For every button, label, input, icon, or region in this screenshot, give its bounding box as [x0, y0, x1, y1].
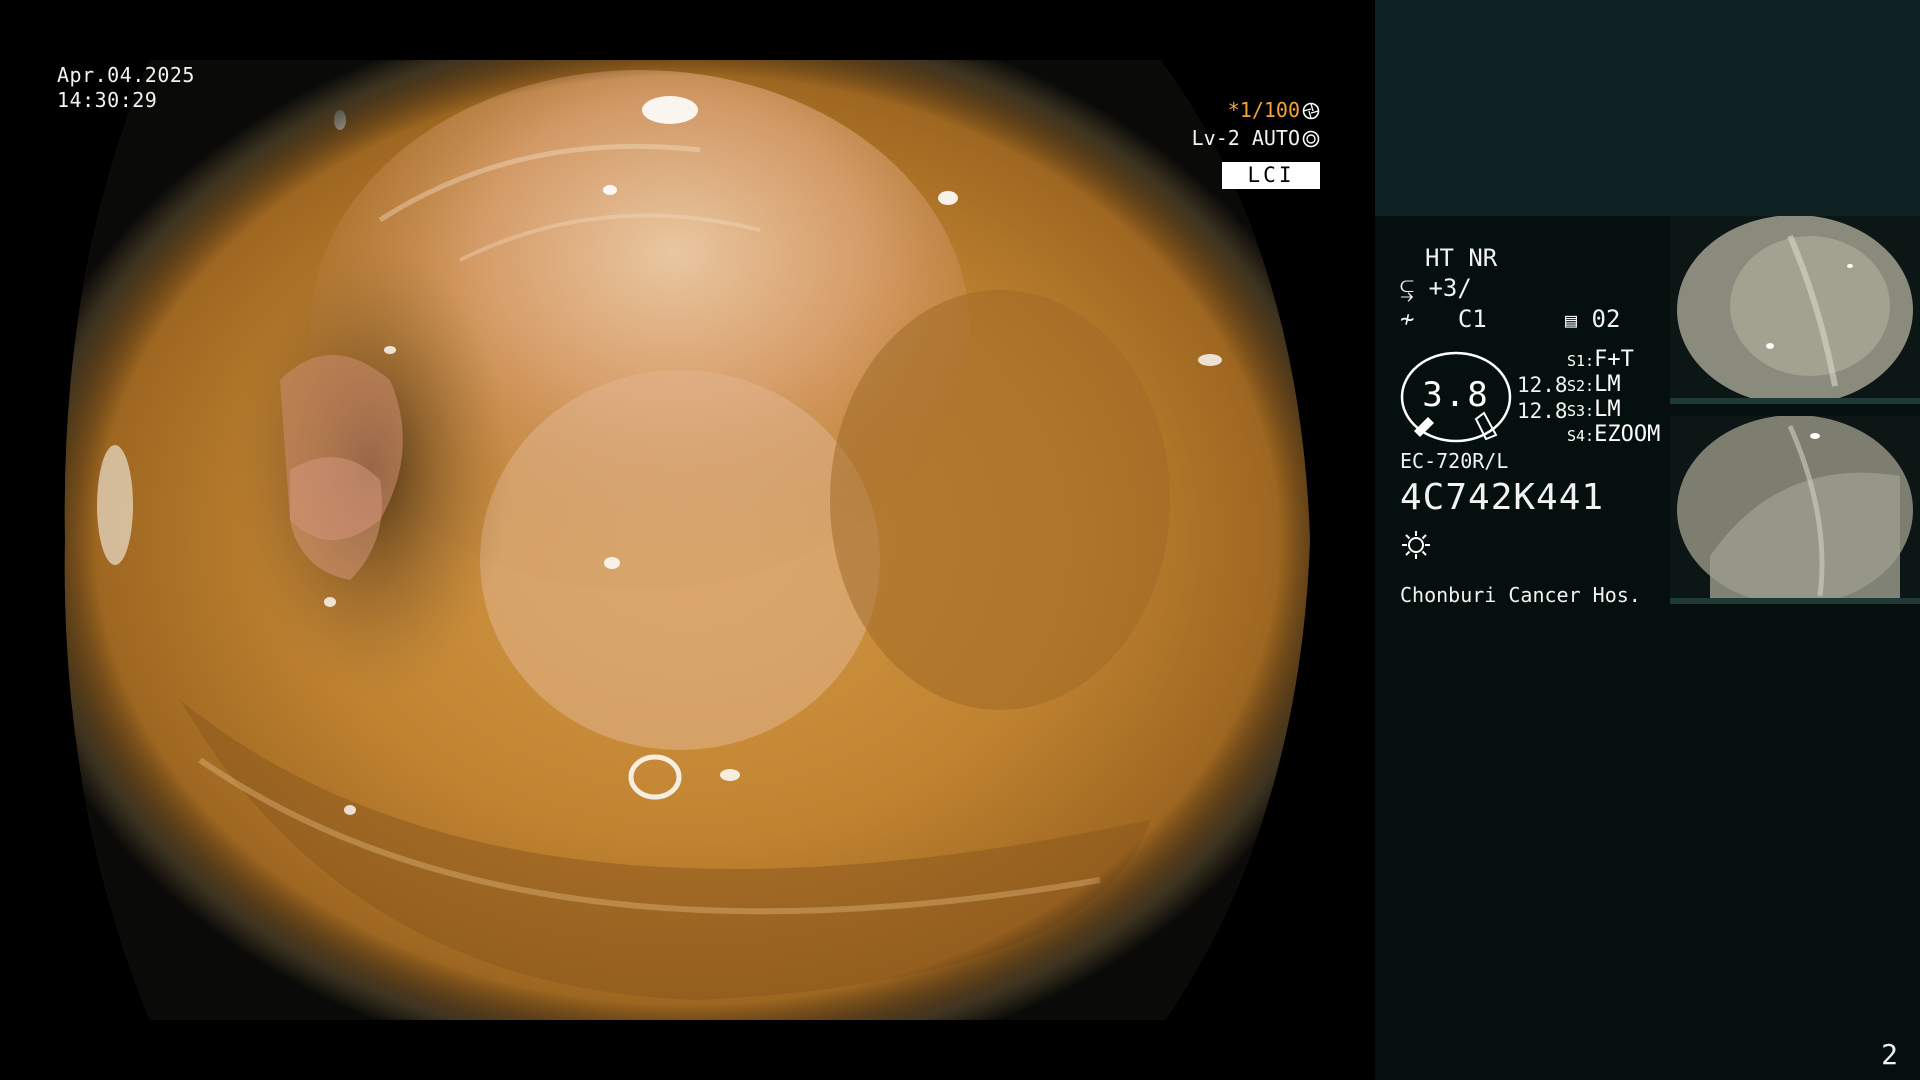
color-mode-icon: ≁ — [1400, 305, 1415, 333]
switch-assignment-3: S3:LM — [1567, 397, 1621, 424]
shutter-icon — [1302, 102, 1320, 120]
zoom-value: 3.8 — [1422, 375, 1490, 415]
zoom-reading-a: 12.8 — [1517, 373, 1568, 397]
switch-key: S1: — [1567, 352, 1595, 370]
captured-image-thumbnail-1[interactable] — [1670, 216, 1920, 404]
switch-key: S3: — [1567, 402, 1595, 420]
structure-enhancement: ⥹ +3/ — [1400, 275, 1472, 301]
switch-key: S4: — [1567, 427, 1595, 445]
captured-image-thumbnail-2[interactable] — [1670, 416, 1920, 604]
memory-slot: ▤ 02 — [1565, 306, 1620, 333]
switch-value: F+T — [1594, 347, 1634, 372]
endoscopic-image — [64, 60, 1311, 1020]
color-mode: ≁ C1 — [1400, 306, 1487, 332]
switch-assignment-2: S2:LM — [1567, 372, 1621, 399]
switch-key: S2: — [1567, 377, 1595, 395]
iris-icon — [1302, 130, 1320, 148]
exam-date: Apr.04.2025 — [57, 63, 195, 87]
zoom-reading-b: 12.8 — [1517, 399, 1568, 423]
color-mode-value: C1 — [1457, 305, 1487, 333]
light-level-indicator: Lv-2 AUTO — [0, 126, 1320, 152]
memory-icon: ▤ — [1565, 308, 1578, 332]
imaging-mode-badge: LCI — [1222, 162, 1320, 189]
scope-serial-number: 4C742K441 — [1400, 477, 1605, 518]
shutter-speed-value: *1/100 — [1227, 98, 1300, 122]
light-source-icon — [1402, 531, 1430, 559]
captured-image-1 — [1670, 216, 1920, 404]
panel-header-area — [1375, 0, 1920, 216]
switch-value: EZOOM — [1594, 422, 1661, 447]
captured-image-2 — [1670, 416, 1920, 604]
switch-assignment-1: S1:F+T — [1567, 347, 1634, 374]
page-number: 2 — [1881, 1038, 1898, 1071]
endoscope-live-view: Apr.04.2025 14:30:29 *1/100 Lv-2 AUTO LC… — [0, 0, 1375, 1080]
switch-value: LM — [1594, 372, 1621, 397]
structure-enhance-icon: ⥹ — [1400, 274, 1415, 302]
light-level-value: Lv-2 AUTO — [1191, 126, 1300, 150]
hospital-name: Chonburi Cancer Hos. — [1400, 583, 1641, 607]
memory-slot-value: 02 — [1591, 305, 1621, 333]
shutter-speed-indicator: *1/100 — [0, 98, 1320, 124]
image-processing-mode: HT NR — [1425, 244, 1498, 272]
switch-assignment-4: S4:EZOOM — [1567, 422, 1660, 449]
switch-value: LM — [1594, 397, 1621, 422]
structure-enhancement-value: +3/ — [1428, 274, 1472, 302]
scope-model: EC-720R/L — [1400, 449, 1509, 473]
